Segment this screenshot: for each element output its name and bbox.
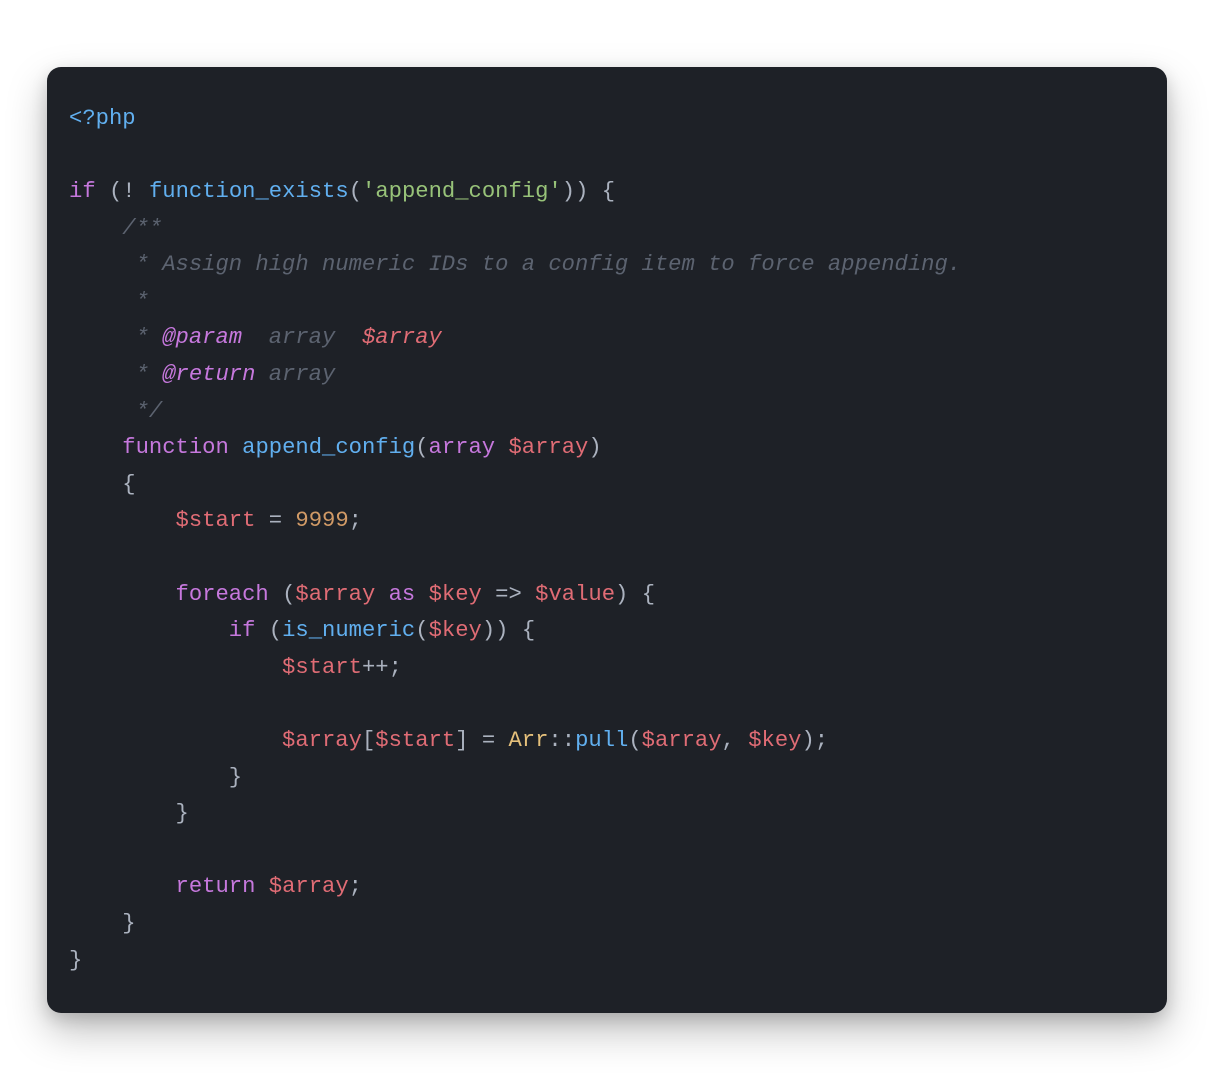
keyword-return: return	[176, 874, 256, 899]
operator-assign: =	[482, 728, 495, 753]
paren-open: (	[109, 179, 122, 204]
var-array: $array	[282, 728, 362, 753]
var-key: $key	[748, 728, 801, 753]
var-array: $array	[642, 728, 722, 753]
var-array: $array	[508, 435, 588, 460]
page: <?php if (! function_exists('append_conf…	[0, 0, 1214, 1080]
paren-close: )	[482, 618, 495, 643]
brace-close: }	[176, 801, 189, 826]
operator-arrow: =>	[495, 582, 522, 607]
string-append-config: 'append_config'	[362, 179, 562, 204]
fn-function-exists: function_exists	[149, 179, 349, 204]
brace-close: }	[69, 948, 82, 973]
var-start: $start	[176, 508, 256, 533]
brace-open: {	[122, 472, 135, 497]
paren-open: (	[282, 582, 295, 607]
code-block-card: <?php if (! function_exists('append_conf…	[47, 67, 1167, 1013]
keyword-if: if	[69, 179, 96, 204]
var-start: $start	[282, 655, 362, 680]
bracket-open: [	[362, 728, 375, 753]
docblock-line: array	[255, 362, 335, 387]
paren-close: )	[615, 582, 628, 607]
number-9999: 9999	[295, 508, 348, 533]
paren-close: )	[562, 179, 575, 204]
docblock-open: /**	[122, 216, 162, 241]
docblock-line: *	[69, 325, 162, 350]
paren-open: (	[415, 618, 428, 643]
fn-pull: pull	[575, 728, 628, 753]
docblock-line: *	[69, 289, 149, 314]
comma: ,	[722, 728, 735, 753]
docblock-line: * Assign high numeric IDs to a config it…	[69, 252, 961, 277]
docblock-tag-param: @param	[162, 325, 242, 350]
docblock-tag-return: @return	[162, 362, 255, 387]
function-name: append_config	[242, 435, 415, 460]
var-array: $array	[269, 874, 349, 899]
keyword-foreach: foreach	[176, 582, 269, 607]
docblock-line: *	[69, 362, 162, 387]
brace-open: {	[642, 582, 655, 607]
var-start: $start	[375, 728, 455, 753]
brace-close: }	[122, 911, 135, 936]
semicolon: ;	[349, 874, 362, 899]
operator-double-colon: ::	[548, 728, 575, 753]
paren-open: (	[269, 618, 282, 643]
docblock-close: */	[69, 399, 162, 424]
docblock-var: $array	[362, 325, 442, 350]
brace-open: {	[602, 179, 615, 204]
operator-not: !	[122, 179, 135, 204]
paren-open: (	[415, 435, 428, 460]
semicolon: ;	[389, 655, 402, 680]
brace-open: {	[522, 618, 535, 643]
class-arr: Arr	[508, 728, 548, 753]
paren-open: (	[349, 179, 362, 204]
paren-open: (	[628, 728, 641, 753]
var-key: $key	[429, 618, 482, 643]
var-key: $key	[429, 582, 482, 607]
paren-close: )	[801, 728, 814, 753]
operator-increment: ++	[362, 655, 389, 680]
keyword-function: function	[122, 435, 229, 460]
semicolon: ;	[349, 508, 362, 533]
operator-assign: =	[269, 508, 282, 533]
paren-close: )	[575, 179, 588, 204]
docblock-line: array	[242, 325, 362, 350]
php-code-listing: <?php if (! function_exists('append_conf…	[69, 101, 1145, 979]
type-array: array	[429, 435, 496, 460]
paren-close: )	[588, 435, 601, 460]
fn-is-numeric: is_numeric	[282, 618, 415, 643]
brace-close: }	[229, 765, 242, 790]
keyword-as: as	[389, 582, 416, 607]
php-open-tag: <?php	[69, 106, 136, 131]
paren-close: )	[495, 618, 508, 643]
var-value: $value	[535, 582, 615, 607]
semicolon: ;	[815, 728, 828, 753]
var-array: $array	[295, 582, 375, 607]
bracket-close: ]	[455, 728, 468, 753]
keyword-if: if	[229, 618, 256, 643]
